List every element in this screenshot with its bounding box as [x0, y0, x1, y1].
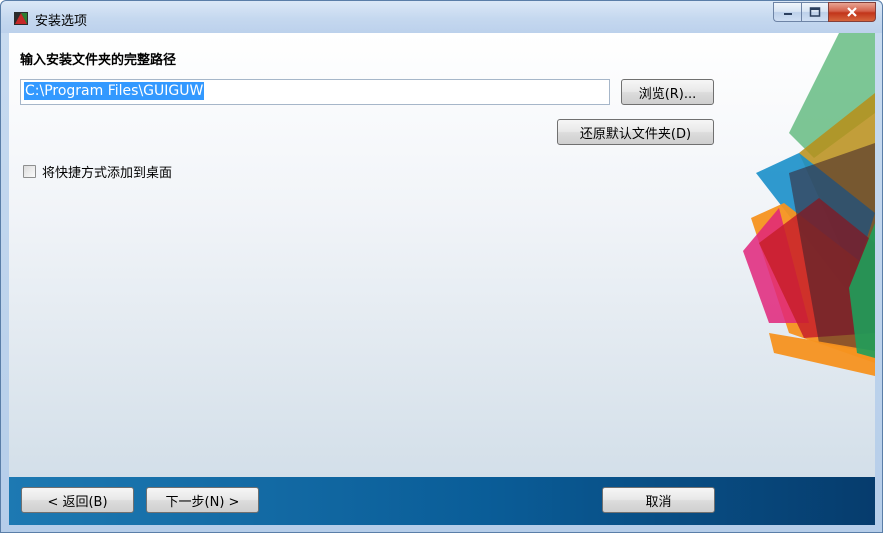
cancel-button[interactable]: 取消: [602, 487, 715, 513]
back-button-label: < 返回(B): [47, 494, 108, 510]
restore-default-folder-label: 还原默认文件夹(D): [579, 126, 692, 142]
desktop-shortcut-label: 将快捷方式添加到桌面: [42, 166, 173, 181]
footer-bar: < 返回(B) 下一步(N) > 取消: [9, 477, 875, 525]
install-path-field[interactable]: C:\Program Files\GUIGUW: [20, 79, 610, 105]
browse-button-label: 浏览(R)...: [638, 86, 697, 102]
back-button[interactable]: < 返回(B): [21, 487, 134, 513]
content-pane: 输入安装文件夹的完整路径 C:\Program Files\GUIGUW 浏览(…: [9, 33, 875, 477]
cancel-button-label: 取消: [645, 494, 672, 510]
window-title: 安装选项: [35, 14, 88, 29]
install-path-value: C:\Program Files\GUIGUW: [24, 82, 205, 100]
desktop-shortcut-checkbox[interactable]: [23, 165, 36, 178]
browse-button[interactable]: 浏览(R)...: [621, 79, 714, 105]
window-controls: [773, 2, 876, 22]
installer-window: 安装选项 输入安装文件夹的完整路径 C:\Program Files\GUIGU…: [0, 0, 883, 533]
close-button[interactable]: [828, 2, 876, 22]
maximize-button[interactable]: [801, 2, 828, 22]
next-button[interactable]: 下一步(N) >: [146, 487, 259, 513]
decorative-graphic: [743, 33, 875, 376]
restore-default-folder-button[interactable]: 还原默认文件夹(D): [557, 119, 714, 145]
maximize-icon: [809, 7, 821, 17]
next-button-label: 下一步(N) >: [165, 494, 240, 510]
desktop-shortcut-option[interactable]: 将快捷方式添加到桌面: [23, 162, 172, 181]
app-icon: [14, 12, 28, 25]
install-path-heading: 输入安装文件夹的完整路径: [20, 53, 177, 68]
title-bar[interactable]: 安装选项: [1, 1, 882, 33]
close-icon: [847, 7, 857, 17]
minimize-button[interactable]: [773, 2, 801, 22]
minimize-icon: [783, 13, 792, 15]
